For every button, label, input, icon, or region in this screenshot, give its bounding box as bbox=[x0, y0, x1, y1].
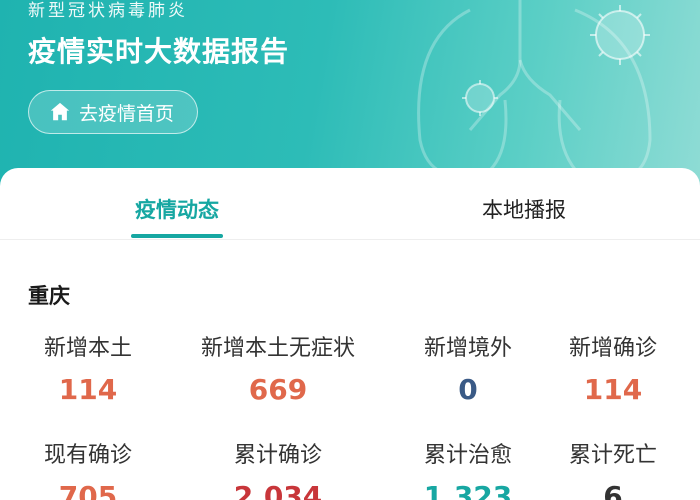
stat-value: 6 bbox=[603, 480, 623, 500]
stat-value: 705 bbox=[58, 480, 118, 500]
stat-value: 114 bbox=[58, 373, 118, 406]
home-icon bbox=[50, 102, 70, 121]
stat-value: 2,034 bbox=[233, 480, 323, 500]
stat-total-confirmed: 累计确诊 2,034 bbox=[178, 441, 378, 500]
region-name: 重庆 bbox=[28, 284, 70, 308]
stat-value: 114 bbox=[583, 373, 643, 406]
virus-icon bbox=[462, 80, 498, 116]
active-tab-indicator bbox=[131, 234, 223, 238]
go-home-button-label: 去疫情首页 bbox=[79, 102, 175, 125]
stat-new-local-asymptomatic: 新增本土无症状 669 bbox=[178, 334, 378, 410]
stat-label: 现有确诊 bbox=[43, 443, 132, 468]
tab-epidemic-news[interactable]: 疫情动态 bbox=[87, 194, 267, 224]
go-home-button[interactable]: 去疫情首页 bbox=[28, 90, 198, 134]
stat-total-deaths: 累计死亡 6 bbox=[513, 441, 700, 500]
stat-new-local: 新增本土 114 bbox=[0, 334, 188, 410]
tab-bar: 疫情动态 本地播报 bbox=[0, 168, 700, 240]
stat-label: 累计确诊 bbox=[233, 443, 322, 468]
content-card: 疫情动态 本地播报 重庆 新增本土 114 新增本土无症状 669 新增境外 0… bbox=[0, 168, 700, 500]
stat-value: 669 bbox=[248, 373, 308, 406]
stat-label: 新增本土 bbox=[43, 336, 132, 361]
stat-label: 新增确诊 bbox=[568, 336, 657, 361]
stat-new-confirmed: 新增确诊 114 bbox=[513, 334, 700, 410]
stat-current-confirmed: 现有确诊 705 bbox=[0, 441, 188, 500]
page-title: 疫情实时大数据报告 bbox=[28, 35, 290, 68]
page-subtitle: 新型冠状病毒肺炎 bbox=[28, 1, 188, 21]
tab-local-report[interactable]: 本地播报 bbox=[434, 194, 614, 224]
stat-label: 累计死亡 bbox=[568, 443, 657, 468]
stat-label: 新增本土无症状 bbox=[200, 336, 355, 361]
virus-icon bbox=[590, 5, 650, 65]
